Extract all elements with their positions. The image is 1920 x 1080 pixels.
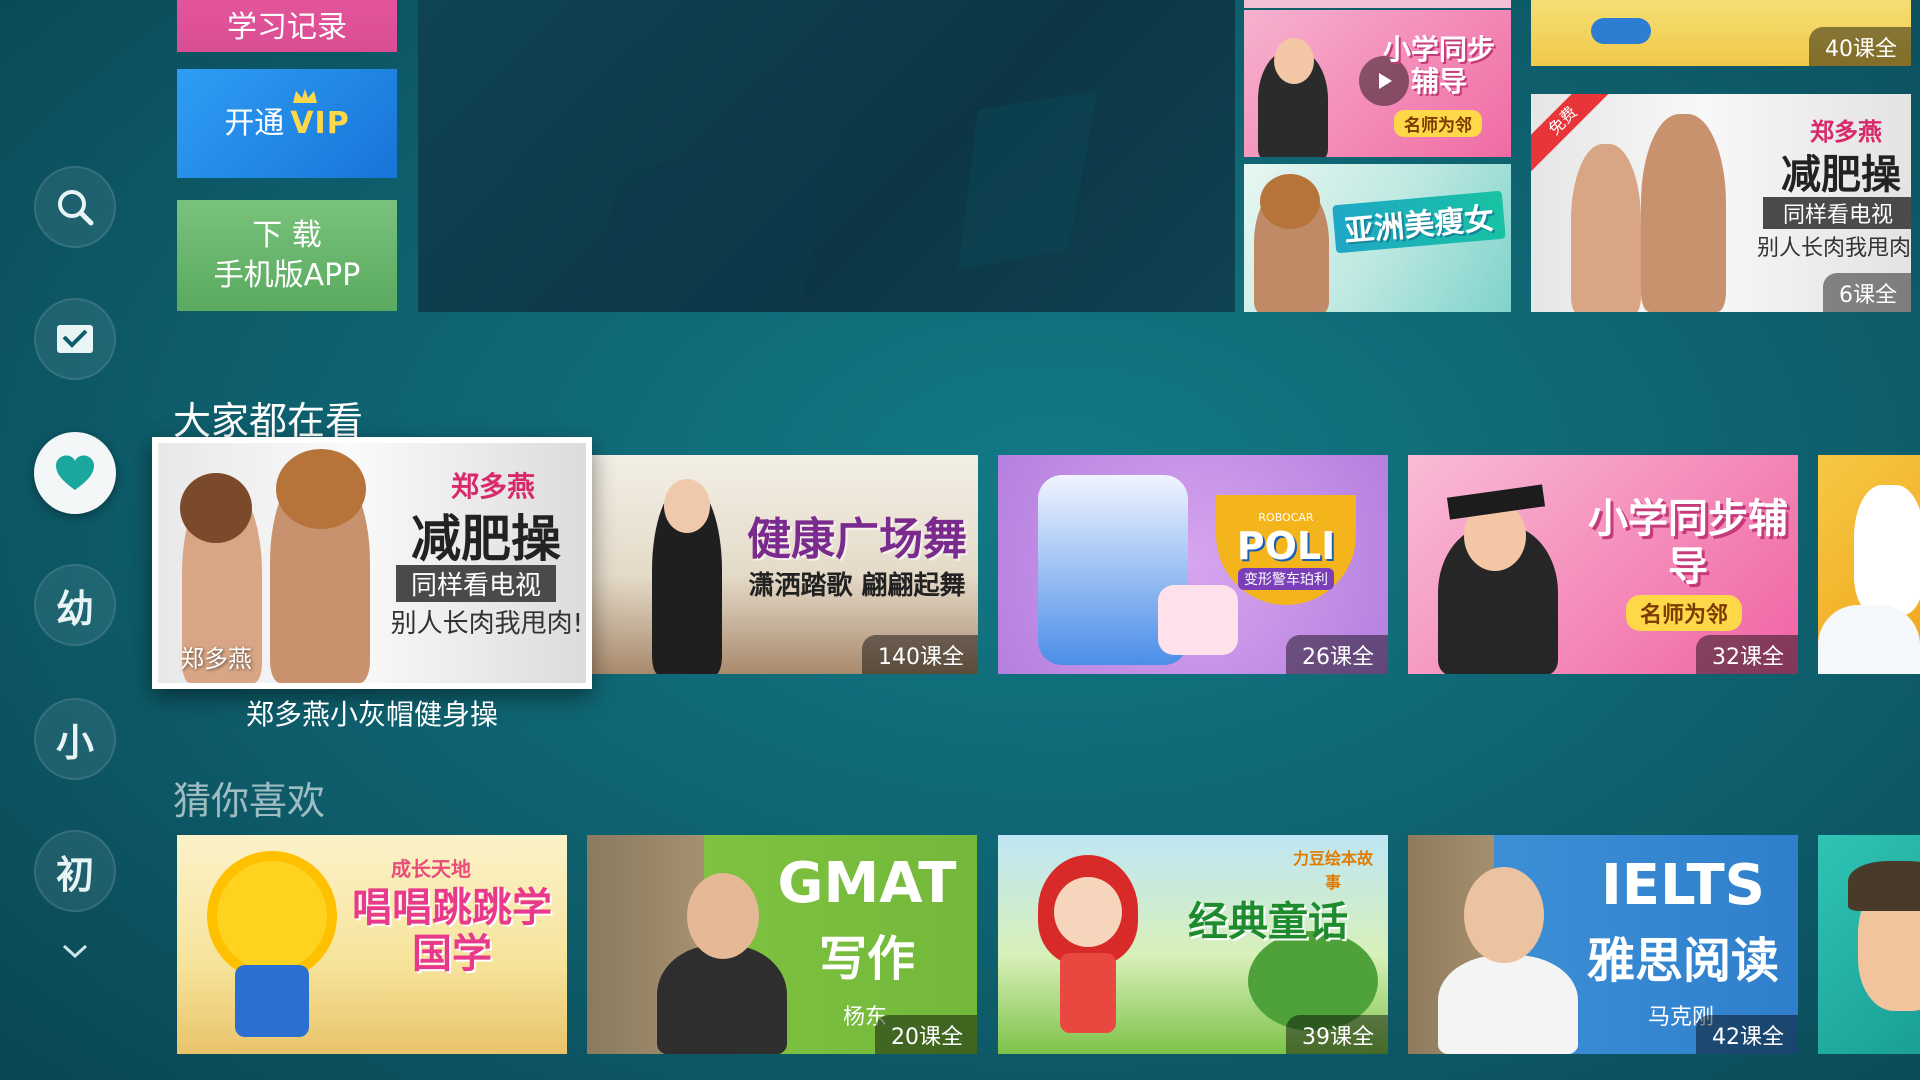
card-title: IELTS [1600,853,1766,918]
chevron-down-icon[interactable] [60,936,90,966]
fitness-hair [1260,174,1320,229]
top-tile-cartoon-series[interactable]: 40课全 [1531,0,1911,66]
card-title: GMAT [777,851,957,916]
favorite-button[interactable] [34,432,116,514]
focused-main: 减肥操 [411,510,561,568]
top-tile-asian-slim[interactable]: 亚洲美瘦女 [1244,164,1511,312]
dancer-face [664,479,710,533]
course-count-badge: 140课全 [862,635,978,674]
recommended-card-fairy-tales[interactable]: 力豆绘本故事 经典童话 39课全 [998,835,1388,1054]
card-title: 小学同步辅导 [1588,496,1788,590]
popular-card-robocar-poli[interactable]: ROBOCAR POLI 变形警车珀利 26课全 [998,455,1388,674]
card-title: 健康广场舞 [747,514,967,565]
vip-brand: VIP [290,105,350,141]
top-tile-cartoon[interactable] [1244,0,1511,8]
student-face [1274,38,1314,84]
tile-line2: 别人长肉我甩肉 [1756,236,1911,261]
search-button[interactable] [34,166,116,248]
sun-mascot [217,861,327,971]
junior-high-label: 初 [55,852,94,897]
focused-card-zheng-duoyan[interactable]: 郑多燕 减肥操 同样看电视 别人长肉我甩肉! 郑多燕 [152,437,592,689]
primary-school-label: 小 [55,720,94,765]
junior-high-button[interactable]: 初 [34,830,116,912]
cloud-shape [1818,605,1920,674]
teacher-face [1464,867,1544,963]
featured-banner[interactable] [418,0,1235,312]
course-count-badge: 42课全 [1696,1015,1798,1054]
popular-card-primary-tutoring[interactable]: 小学同步辅导 名师为邻 32课全 [1408,455,1798,674]
study-record-label: 学习记录 [227,10,347,45]
cartoon-hair [1848,861,1920,911]
tile-title: 小学同步辅导 [1382,33,1495,98]
teacher-face [687,873,759,959]
focused-corner-label: 郑多燕 [180,645,252,673]
card-subtitle: 潇洒踏歌 翩翩起舞 [748,571,966,601]
recommended-card-ielts[interactable]: IELTS 雅思阅读 马克刚 42课全 [1408,835,1798,1054]
inbox-button[interactable] [34,298,116,380]
tile-subtitle: 名师为邻 [1394,110,1482,137]
open-vip-button[interactable]: 开通 VIP [177,69,397,178]
primary-school-button[interactable]: 小 [34,698,116,780]
card-title: 唱唱跳跳学国学 [352,885,552,977]
section-title-recommended: 猜你喜欢 [173,779,326,823]
focused-card-title: 郑多燕小灰帽健身操 [245,698,498,731]
study-record-button[interactable]: 学习记录 [177,0,397,52]
banner-background [598,90,1098,312]
teacher-figure [1438,955,1578,1054]
teacher-figure [657,945,787,1054]
card-subtitle: 名师为邻 [1626,595,1743,631]
crown-icon [293,88,318,103]
open-vip-label: 开通 [224,105,285,141]
bird-figure [1854,485,1920,615]
card-subtitle: 写作 [818,931,915,987]
download-app-line2: 手机版APP [213,257,361,293]
poli-subtitle: 变形警车珀利 [1238,567,1334,590]
tile-line1: 同样看电视 [1763,197,1911,229]
kindergarten-label: 幼 [55,586,94,631]
top-tile-primary-tutoring[interactable]: 小学同步辅导 名师为邻 [1244,10,1511,157]
popular-card-square-dance[interactable]: 健康广场舞 潇洒踏歌 翩翩起舞 140课全 [592,455,978,674]
focused-line1: 同样看电视 [396,565,556,602]
search-icon [58,190,94,226]
download-app-line1: 下 载 [252,217,322,253]
trainer-figure-left [1571,144,1641,312]
trainer-hair-right [276,449,366,529]
cartoon-shoe [1591,18,1651,44]
card-brand: 成长天地 [391,857,471,881]
course-count-badge: 32课全 [1696,635,1798,674]
girl-body [1060,953,1116,1033]
download-app-button[interactable]: 下 载 手机版APP [177,200,397,311]
popular-card-partial[interactable] [1818,455,1920,674]
top-tile-zheng-duoyan[interactable]: 免费 郑多燕 减肥操 同样看电视 别人长肉我甩肉 6课全 [1531,94,1911,312]
poli-brand: ROBOCAR [1258,510,1314,524]
heart-icon [56,455,94,490]
tile-main: 减肥操 [1781,152,1901,198]
focused-line2: 别人长肉我甩肉! [390,609,583,639]
mascot-body [235,965,309,1037]
poli-title: POLI [1236,523,1336,568]
kindergarten-button[interactable]: 幼 [34,564,116,646]
course-count-badge: 40课全 [1809,27,1911,66]
recommended-card-partial[interactable] [1818,835,1920,1054]
recommended-card-guoxue[interactable]: 成长天地 唱唱跳跳学国学 [177,835,567,1054]
trainer-figure-right [1641,114,1726,312]
trainer-hair-left [180,473,252,543]
card-brand: 力豆绘本故事 [1292,849,1373,892]
course-count-badge: 26课全 [1286,635,1388,674]
recommended-card-gmat[interactable]: GMAT 写作 杨东 20课全 [587,835,977,1054]
course-count-badge: 20课全 [875,1015,977,1054]
course-count-badge: 39课全 [1286,1015,1388,1054]
inbox-icon [57,325,93,353]
course-count-badge: 6课全 [1823,273,1911,312]
ambulance-figure [1158,585,1238,655]
girl-face [1054,877,1122,947]
card-title: 经典童话 [1188,899,1348,945]
card-subtitle: 雅思阅读 [1586,933,1779,989]
